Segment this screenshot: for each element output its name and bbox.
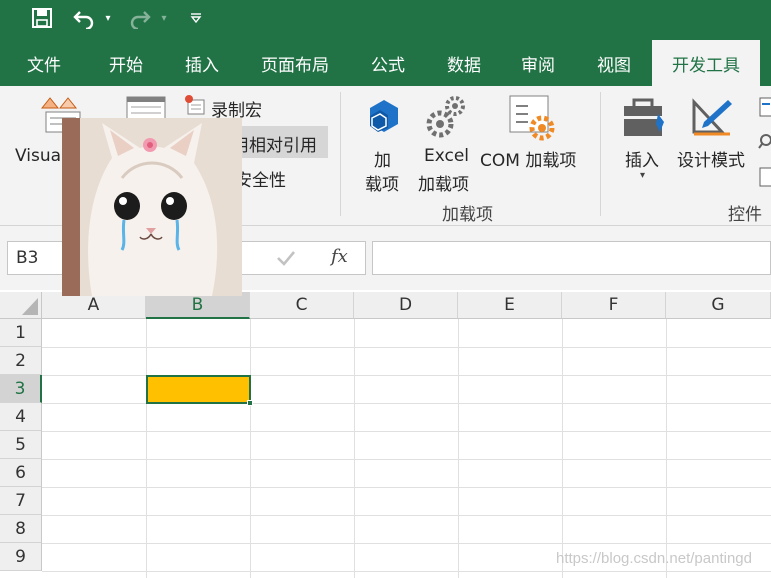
- customize-icon[interactable]: [186, 4, 206, 32]
- row-header[interactable]: 8: [0, 515, 42, 543]
- tab-developer[interactable]: 开发工具: [652, 40, 760, 86]
- watermark-text: https://blog.csdn.net/pantingd: [556, 550, 752, 567]
- excel-addins-icon: [425, 94, 469, 144]
- addins-label-1[interactable]: 加: [374, 146, 391, 171]
- column-header[interactable]: E: [458, 292, 562, 319]
- undo-dropdown-icon[interactable]: ▾: [100, 4, 116, 32]
- gridline: [42, 571, 771, 572]
- fill-handle[interactable]: [247, 400, 253, 406]
- column-header[interactable]: B: [146, 292, 250, 319]
- tab-review[interactable]: 审阅: [504, 40, 572, 86]
- tab-formulas[interactable]: 公式: [354, 40, 422, 86]
- column-header[interactable]: D: [354, 292, 458, 319]
- row-header[interactable]: 7: [0, 487, 42, 515]
- visual-basic-label[interactable]: Visua: [15, 146, 61, 166]
- controls-group-label: 控件: [728, 205, 762, 225]
- gridline: [250, 319, 251, 578]
- select-all-button[interactable]: [0, 292, 42, 319]
- com-addins-icon: [508, 94, 558, 146]
- design-mode-icon: [690, 96, 734, 142]
- excel-addins-label-1[interactable]: Excel: [424, 146, 469, 166]
- tab-insert[interactable]: 插入: [168, 40, 236, 86]
- gridline: [42, 487, 771, 488]
- insert-function-icon[interactable]: fx: [331, 246, 348, 267]
- ribbon-tab-bar: 文件 开始 插入 页面布局 公式 数据 审阅 视图 开发工具: [0, 36, 771, 86]
- column-header[interactable]: G: [666, 292, 771, 319]
- quick-access-toolbar: ▾ ▾: [0, 0, 771, 36]
- cat-sticker-image: [62, 118, 242, 296]
- macro-security-label[interactable]: 安全性: [235, 166, 286, 191]
- run-dialog-icon[interactable]: [758, 166, 771, 192]
- view-code-icon[interactable]: [758, 132, 771, 158]
- row-header[interactable]: 4: [0, 403, 42, 431]
- tab-view[interactable]: 视图: [580, 40, 648, 86]
- relative-ref-label[interactable]: 用相对引用: [232, 131, 317, 156]
- enter-check-icon[interactable]: [275, 247, 297, 273]
- gridline: [42, 459, 771, 460]
- gridline: [458, 319, 459, 578]
- tab-file[interactable]: 文件: [10, 40, 78, 86]
- gridline: [42, 431, 771, 432]
- gridline: [562, 319, 563, 578]
- undo-icon[interactable]: [70, 4, 98, 32]
- save-icon[interactable]: [28, 4, 56, 32]
- formula-buttons: fx: [240, 241, 366, 275]
- addins-group-label: 加载项: [442, 205, 493, 225]
- redo-icon[interactable]: [126, 4, 154, 32]
- column-header[interactable]: C: [250, 292, 354, 319]
- addins-label-2[interactable]: 载项: [365, 170, 399, 195]
- gridline: [354, 319, 355, 578]
- com-addins-label[interactable]: COM 加载项: [480, 146, 576, 171]
- record-macro-icon: [184, 94, 206, 120]
- tab-home[interactable]: 开始: [92, 40, 160, 86]
- row-header[interactable]: 3: [0, 375, 42, 403]
- gridline: [146, 319, 147, 578]
- row-header[interactable]: 9: [0, 543, 42, 571]
- selected-cell-b3[interactable]: [146, 375, 251, 404]
- gridline: [42, 347, 771, 348]
- tab-data[interactable]: 数据: [430, 40, 498, 86]
- tab-page-layout[interactable]: 页面布局: [250, 40, 340, 86]
- group-separator: [340, 92, 341, 216]
- row-header[interactable]: 6: [0, 459, 42, 487]
- gridline: [42, 515, 771, 516]
- insert-dropdown-icon[interactable]: ▾: [640, 170, 645, 181]
- redo-dropdown-icon[interactable]: ▾: [156, 4, 172, 32]
- excel-addins-label-2[interactable]: 加载项: [418, 170, 469, 195]
- insert-control-label[interactable]: 插入: [625, 146, 659, 171]
- formula-input[interactable]: [372, 241, 771, 275]
- row-header[interactable]: 2: [0, 347, 42, 375]
- group-separator: [600, 92, 601, 216]
- properties-icon[interactable]: [758, 96, 771, 122]
- row-header[interactable]: 1: [0, 319, 42, 347]
- addins-icon: [366, 98, 402, 138]
- design-mode-label[interactable]: 设计模式: [677, 146, 745, 171]
- row-header[interactable]: 5: [0, 431, 42, 459]
- toolbox-icon: [622, 98, 668, 142]
- column-header[interactable]: A: [42, 292, 146, 319]
- worksheet-grid: A B C D E F G 1 2 3 4 5 6 7 8 9: [0, 292, 771, 578]
- gridline: [42, 543, 771, 544]
- column-header[interactable]: F: [562, 292, 666, 319]
- gridline: [666, 319, 667, 578]
